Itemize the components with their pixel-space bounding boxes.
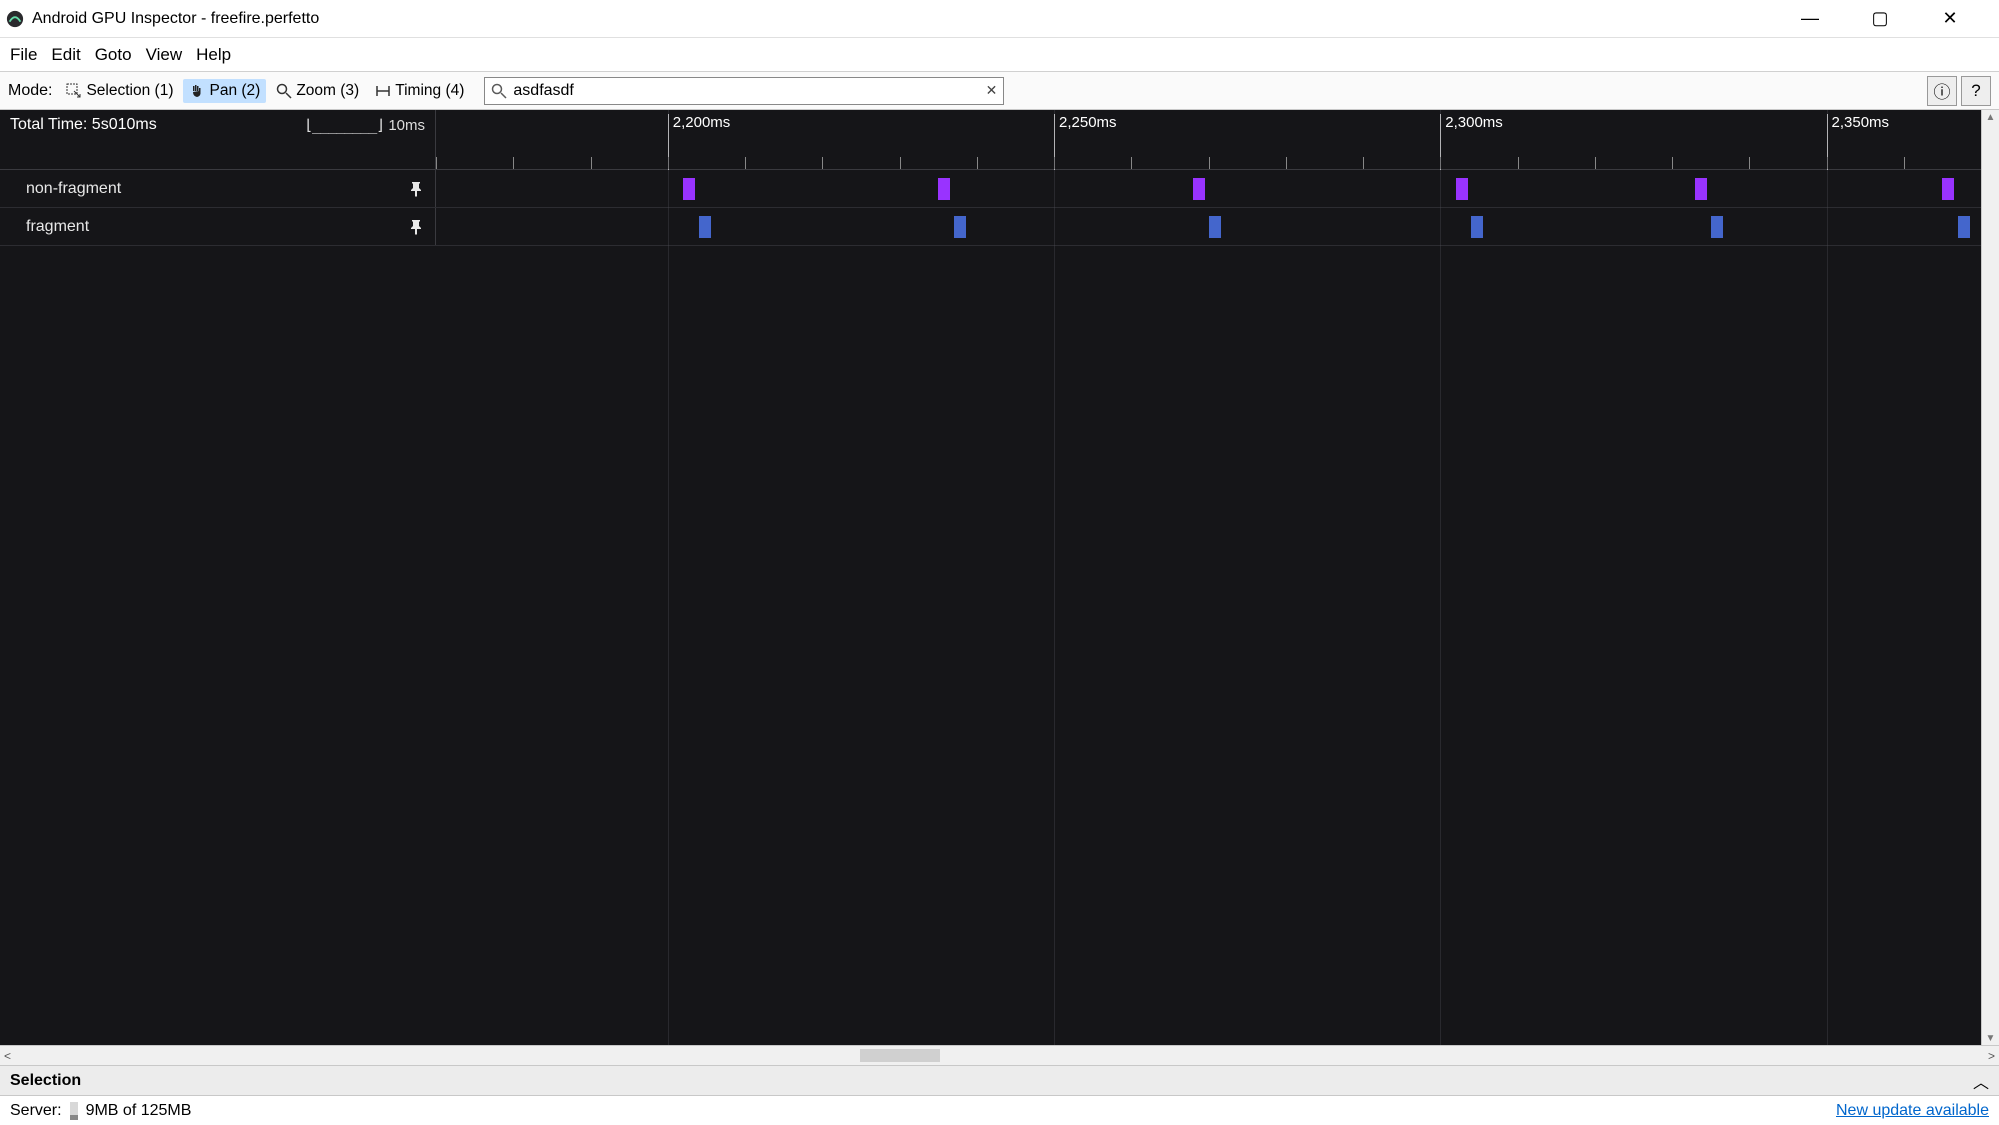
timeline-header-left: Total Time: 5s010ms ⌊________⌋ 10ms	[0, 110, 436, 169]
status-left: Server: 9MB of 125MB	[10, 1102, 191, 1120]
scroll-right-icon[interactable]: >	[1988, 1049, 1995, 1063]
track-label-cell[interactable]: non-fragment	[0, 170, 436, 207]
menu-edit[interactable]: Edit	[47, 43, 84, 67]
menubar: File Edit Goto View Help	[0, 38, 1999, 72]
timeline-event[interactable]	[1695, 178, 1707, 200]
timeline-header: Total Time: 5s010ms ⌊________⌋ 10ms 2,20…	[0, 110, 1999, 170]
timeline-event[interactable]	[1456, 178, 1468, 200]
search-input[interactable]	[507, 82, 1003, 100]
info-button[interactable]: ⓘ	[1927, 76, 1957, 106]
collapse-panel-icon[interactable]: ︿	[1973, 1069, 1989, 1093]
time-tick-label: 2,200ms	[668, 114, 731, 170]
scroll-left-icon[interactable]: <	[4, 1049, 11, 1063]
vertical-scrollbar[interactable]: ▲ ▼	[1981, 110, 1999, 1045]
selection-panel-title: Selection	[10, 1072, 81, 1090]
update-available-link[interactable]: New update available	[1836, 1102, 1989, 1120]
memory-text: 9MB of 125MB	[86, 1102, 192, 1120]
scale-indicator: ⌊________⌋ 10ms	[304, 116, 425, 134]
scale-bracket-icon: ⌊________⌋	[304, 116, 384, 134]
pan-icon	[189, 83, 205, 99]
timeline-event[interactable]	[938, 178, 950, 200]
clear-search-icon[interactable]: ✕	[986, 82, 998, 99]
app-icon	[6, 10, 24, 28]
horizontal-scrollbar[interactable]: < >	[0, 1045, 1999, 1065]
selection-panel-header[interactable]: Selection ︿	[0, 1065, 1999, 1095]
time-marks: 2,200ms 2,250ms 2,300ms 2,350ms	[436, 110, 1981, 169]
timeline-event[interactable]	[954, 216, 966, 238]
titlebar-left: Android GPU Inspector - freefire.perfett…	[6, 10, 319, 28]
track-name: non-fragment	[26, 180, 121, 198]
search-icon	[491, 83, 507, 99]
menu-view[interactable]: View	[142, 43, 187, 67]
tool-zoom-label: Zoom (3)	[296, 82, 359, 100]
track-row[interactable]: fragment	[0, 208, 1999, 246]
timeline-event[interactable]	[1958, 216, 1970, 238]
time-tick-label: 2,250ms	[1054, 114, 1117, 170]
timeline-event[interactable]	[683, 178, 695, 200]
help-button[interactable]: ?	[1961, 76, 1991, 106]
titlebar: Android GPU Inspector - freefire.perfett…	[0, 0, 1999, 38]
tool-timing-label: Timing (4)	[395, 82, 464, 100]
search-box: ✕	[484, 77, 1004, 105]
tool-timing[interactable]: Timing (4)	[369, 79, 470, 103]
timeline-event[interactable]	[1942, 178, 1954, 200]
timeline-event[interactable]	[1193, 178, 1205, 200]
help-icons: ⓘ ?	[1927, 76, 1991, 106]
memory-gauge-icon	[70, 1102, 78, 1120]
menu-help[interactable]: Help	[192, 43, 235, 67]
pin-icon[interactable]	[409, 219, 423, 235]
tool-pan[interactable]: Pan (2)	[183, 79, 266, 103]
timeline-event[interactable]	[1209, 216, 1221, 238]
timeline-empty-body[interactable]	[0, 246, 1999, 1045]
time-tick-label: 2,300ms	[1440, 114, 1503, 170]
toolbar: Mode: Selection (1) Pan (2) Zoom (3) Tim…	[0, 72, 1999, 110]
track-row[interactable]: non-fragment	[0, 170, 1999, 208]
scroll-thumb[interactable]	[860, 1049, 940, 1062]
scroll-down-icon[interactable]: ▼	[1982, 1031, 1999, 1045]
tool-selection-label: Selection (1)	[86, 82, 173, 100]
track-name: fragment	[26, 218, 89, 236]
track-events[interactable]	[436, 208, 1981, 245]
total-time-label: Total Time: 5s010ms	[10, 116, 157, 134]
window-controls: — ▢ ✕	[1795, 8, 1993, 29]
timing-icon	[375, 83, 391, 99]
pin-icon[interactable]	[409, 181, 423, 197]
scale-value: 10ms	[388, 117, 425, 134]
minimize-button[interactable]: —	[1795, 8, 1825, 29]
time-tick-label: 2,350ms	[1827, 114, 1890, 170]
mode-label: Mode:	[8, 82, 52, 100]
zoom-icon	[276, 83, 292, 99]
close-button[interactable]: ✕	[1935, 8, 1965, 29]
timeline-event[interactable]	[1711, 216, 1723, 238]
timeline-event[interactable]	[1471, 216, 1483, 238]
track-label-cell[interactable]: fragment	[0, 208, 436, 245]
timeline-tracks: non-fragment fragment	[0, 170, 1999, 246]
server-label: Server:	[10, 1102, 62, 1120]
tool-selection[interactable]: Selection (1)	[60, 79, 179, 103]
selection-icon	[66, 83, 82, 99]
maximize-button[interactable]: ▢	[1865, 8, 1895, 29]
timeline-area[interactable]: Total Time: 5s010ms ⌊________⌋ 10ms 2,20…	[0, 110, 1999, 1045]
scroll-up-icon[interactable]: ▲	[1982, 110, 1999, 124]
timeline-event[interactable]	[699, 216, 711, 238]
track-events[interactable]	[436, 170, 1981, 207]
statusbar: Server: 9MB of 125MB New update availabl…	[0, 1095, 1999, 1125]
tool-zoom[interactable]: Zoom (3)	[270, 79, 365, 103]
menu-goto[interactable]: Goto	[91, 43, 136, 67]
window-title: Android GPU Inspector - freefire.perfett…	[32, 10, 319, 28]
menu-file[interactable]: File	[6, 43, 41, 67]
timeline-header-right: 2,200ms 2,250ms 2,300ms 2,350ms	[436, 110, 1999, 169]
tool-pan-label: Pan (2)	[209, 82, 260, 100]
